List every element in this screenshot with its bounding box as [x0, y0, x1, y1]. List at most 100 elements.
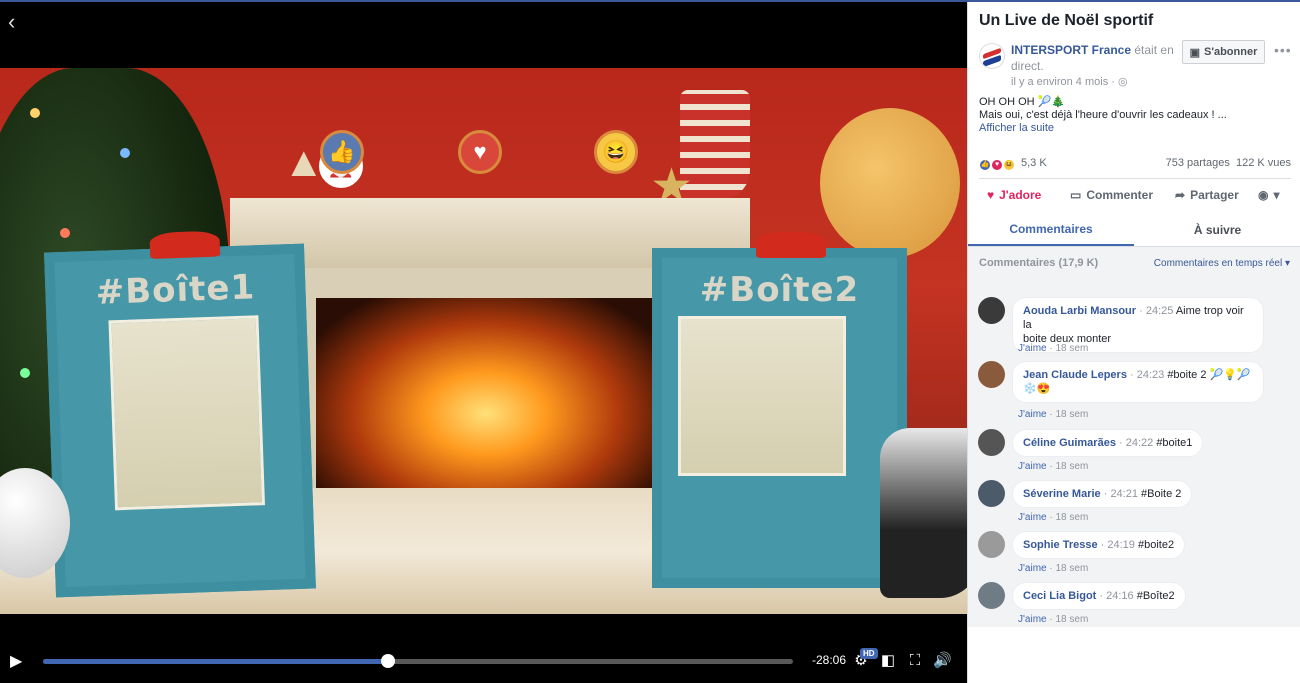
- comment-actions: J'aime · 18 sem: [1018, 614, 1088, 625]
- fullscreen-icon[interactable]: ⛶: [906, 652, 924, 670]
- subscribe-icon: ▣: [1189, 46, 1201, 59]
- more-options-icon[interactable]: •••: [1274, 42, 1292, 58]
- comment-like-link[interactable]: J'aime: [1018, 409, 1047, 420]
- love-button[interactable]: ♥ J'adore: [987, 188, 1041, 202]
- hd-badge: HD: [860, 648, 878, 659]
- video-frame[interactable]: ★ ▲ 🎅 👍 ♥ 😆 #Boîte1 #Boîte2: [0, 68, 967, 614]
- comment-age[interactable]: 18 sem: [1055, 563, 1088, 574]
- comment-video-time[interactable]: 24:21: [1110, 488, 1138, 500]
- tree-light: [20, 368, 30, 378]
- share-button[interactable]: ➦ Partager: [1175, 188, 1239, 202]
- gift-box-1: #Boîte1: [44, 230, 316, 598]
- comment-button[interactable]: ▭ Commenter: [1070, 188, 1153, 202]
- comment-label: Commenter: [1086, 188, 1154, 202]
- play-icon[interactable]: ▶: [10, 652, 28, 672]
- comment-like-link[interactable]: J'aime: [1018, 512, 1047, 523]
- commenter-avatar[interactable]: [978, 582, 1005, 609]
- ribbon: [149, 230, 221, 259]
- comment-age[interactable]: 18 sem: [1055, 343, 1088, 354]
- page-avatar[interactable]: [979, 43, 1005, 69]
- comment-actions: J'aime · 18 sem: [1018, 409, 1088, 420]
- comment-actions: J'aime · 18 sem: [1018, 512, 1088, 523]
- commenter-name[interactable]: Ceci Lia Bigot: [1023, 590, 1096, 602]
- seek-bar[interactable]: [43, 654, 793, 668]
- shares-count[interactable]: 753 partages: [1166, 157, 1230, 169]
- video-controls: ▶ -28:06 ⚙ HD ◧ ⛶ 🔊: [0, 642, 967, 683]
- heart-icon: ♥: [987, 188, 995, 202]
- reactions-count[interactable]: 5,3 K: [1021, 157, 1047, 169]
- comment-actions: J'aime · 18 sem: [1018, 343, 1088, 354]
- commenter-name[interactable]: Aouda Larbi Mansour: [1023, 305, 1136, 317]
- subscribe-button[interactable]: ▣ S'abonner: [1182, 40, 1265, 64]
- fire: [316, 298, 656, 508]
- volume-icon[interactable]: 🔊: [933, 652, 952, 670]
- comment-age[interactable]: 18 sem: [1055, 614, 1088, 625]
- commenter-name[interactable]: Sophie Tresse: [1023, 539, 1098, 551]
- tab-comments[interactable]: Commentaires: [968, 214, 1134, 246]
- comment-text: #boite 2 🎾💡🎾: [1167, 369, 1251, 381]
- audience-globe-icon[interactable]: · ◎: [1111, 76, 1127, 88]
- tree-light: [60, 228, 70, 238]
- box-2-label: #Boîte2: [699, 270, 860, 310]
- post-text-line2: Mais oui, c'est déjà l'heure d'ouvrir le…: [979, 109, 1227, 121]
- commenter-name[interactable]: Séverine Marie: [1023, 488, 1101, 500]
- comments-order-dropdown[interactable]: Commentaires en temps réel ▾: [1154, 258, 1290, 269]
- commenter-name[interactable]: Céline Guimarães: [1023, 437, 1116, 449]
- share-label: Partager: [1190, 188, 1239, 202]
- tab-follow[interactable]: À suivre: [1134, 214, 1300, 246]
- reaction-icons[interactable]: 👍 ♥ 😆: [979, 157, 1016, 171]
- box-2-window: [678, 316, 846, 476]
- like-reaction-icon: 👍: [979, 159, 991, 171]
- pip-icon[interactable]: ◧: [879, 652, 897, 670]
- box-1-label: #Boîte1: [95, 267, 256, 313]
- comment-separator: ·: [1096, 590, 1107, 602]
- comment-age[interactable]: 18 sem: [1055, 461, 1088, 472]
- commenter-avatar[interactable]: [978, 480, 1005, 507]
- commenter-avatar[interactable]: [978, 531, 1005, 558]
- round-gift-box: [820, 108, 960, 258]
- ski-boot: [880, 428, 967, 598]
- post-meta: il y a environ 4 mois · ◎: [1011, 75, 1128, 88]
- comment-video-time[interactable]: 24:19: [1107, 539, 1135, 551]
- comment-bubble: Ceci Lia Bigot · 24:16 #Boîte2: [1012, 582, 1186, 610]
- chevron-down-icon: ▾: [1284, 258, 1290, 269]
- comment-text-line2: ❄️😍: [1023, 383, 1051, 395]
- comment-like-link[interactable]: J'aime: [1018, 563, 1047, 574]
- comment-video-time[interactable]: 24:23: [1137, 369, 1165, 381]
- post-text-line1: OH OH OH 🎾🎄: [979, 96, 1066, 108]
- comment-age[interactable]: 18 sem: [1055, 512, 1088, 523]
- haha-reaction-icon: 😆: [1003, 159, 1016, 171]
- author-name[interactable]: INTERSPORT France: [1011, 43, 1131, 57]
- box-1-window: [108, 315, 266, 511]
- commenter-avatar[interactable]: [978, 361, 1005, 388]
- comment-video-time[interactable]: 24:25: [1146, 305, 1174, 317]
- video-player[interactable]: ‹ ★ ▲ 🎅 👍 ♥ 😆 #Boîte1: [0, 2, 967, 683]
- comment-video-time[interactable]: 24:16: [1106, 590, 1134, 602]
- love-label: J'adore: [999, 188, 1042, 202]
- post-actions: ♥ J'adore ▭ Commenter ➦ Partager ◉ ▾: [979, 184, 1291, 210]
- comment-separator: ·: [1136, 305, 1146, 317]
- comment-text: #boite1: [1156, 437, 1193, 449]
- see-more-link[interactable]: Afficher la suite: [979, 122, 1291, 135]
- comment-video-time[interactable]: 24:22: [1126, 437, 1154, 449]
- commenter-name[interactable]: Jean Claude Lepers: [1023, 369, 1127, 381]
- comment-separator: ·: [1097, 539, 1108, 551]
- comment-bubble-icon: ▭: [1070, 188, 1082, 202]
- commenter-avatar[interactable]: [978, 429, 1005, 456]
- reaction-picker-button[interactable]: ◉ ▾: [1258, 188, 1280, 202]
- comment-like-link[interactable]: J'aime: [1018, 614, 1047, 625]
- chevron-left-icon[interactable]: ‹: [8, 11, 24, 33]
- comment-bubble: Jean Claude Lepers · 24:23 #boite 2 🎾💡🎾 ❄…: [1012, 361, 1264, 403]
- comment-separator: ·: [1100, 488, 1111, 500]
- comment-like-link[interactable]: J'aime: [1018, 461, 1047, 472]
- comment-separator: ·: [1115, 437, 1126, 449]
- gift-box-2: #Boîte2: [652, 232, 907, 588]
- seek-handle[interactable]: [381, 654, 395, 668]
- post-time[interactable]: il y a environ 4 mois: [1011, 76, 1108, 88]
- avatar-icon: ◉: [1258, 188, 1269, 202]
- commenter-avatar[interactable]: [978, 297, 1005, 324]
- comments-count: Commentaires (17,9 K): [979, 257, 1099, 269]
- comment-like-link[interactable]: J'aime: [1018, 343, 1047, 354]
- comment-age[interactable]: 18 sem: [1055, 409, 1088, 420]
- time-remaining: -28:06: [812, 653, 847, 667]
